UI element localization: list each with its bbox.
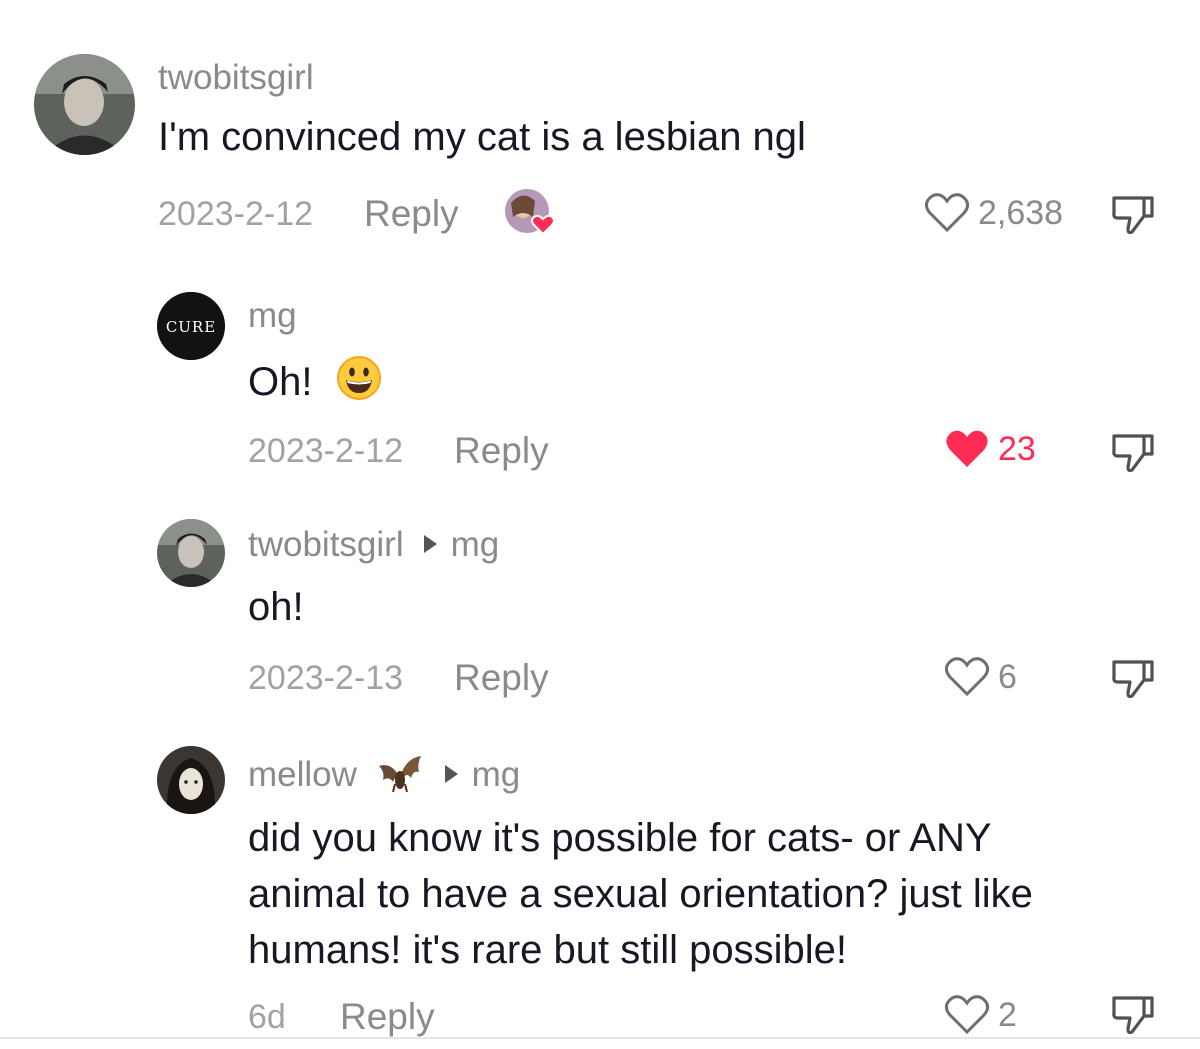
dislike-button[interactable] [1110,994,1156,1041]
divider [0,1037,1200,1039]
like-button[interactable]: 2,638 [924,192,1063,234]
reply-button[interactable]: Reply [364,193,459,235]
thumbs-down-icon [1112,196,1154,235]
comment-text-content: Oh! [248,360,313,404]
reply-button[interactable]: Reply [454,430,549,472]
username-text[interactable]: mellow [248,755,357,794]
like-button[interactable]: 6 [944,656,1017,698]
like-count: 2,638 [978,193,1064,232]
reply-button[interactable]: Reply [454,657,549,699]
username[interactable]: mg [248,296,297,336]
comment-text: did you know it's possible for cats- or … [248,810,1033,978]
like-button[interactable]: 2 [944,994,1017,1036]
like-count: 2 [998,995,1017,1034]
username: mellow mg [248,752,520,796]
like-button[interactable]: 23 [944,428,1036,470]
timestamp: 2023-2-12 [158,195,314,233]
dislike-button[interactable] [1110,432,1156,479]
heart-outline-icon [944,657,990,697]
username[interactable]: twobitsgirl [158,58,314,98]
reply-arrow-icon [444,764,458,783]
heart-filled-icon [946,430,988,467]
timestamp: 2023-2-12 [248,432,404,470]
avatar-text: CURE [166,318,216,336]
dislike-button[interactable] [1110,658,1156,705]
comment-text-line: humans! it's rare but still possible! [248,928,848,972]
comment-text: oh! [248,585,304,629]
heart-outline-icon [944,995,990,1035]
thumbs-down-icon [1112,660,1154,699]
reply-button[interactable]: Reply [340,996,435,1038]
avatar[interactable] [157,519,225,587]
timestamp: 6d [248,998,286,1036]
avatar[interactable] [34,54,135,155]
comment-text-line: animal to have a sexual orientation? jus… [248,872,1033,916]
like-count: 6 [998,657,1017,696]
comment-text: Oh! [248,355,382,405]
thumbs-down-icon [1112,434,1154,473]
timestamp: 2023-2-13 [248,659,404,697]
avatar[interactable]: CURE [157,292,225,360]
dislike-button[interactable] [1110,194,1156,241]
username: twobitsgirl mg [248,525,499,565]
thumbs-down-icon [1112,996,1154,1035]
bat-emoji [375,752,425,796]
reply-to-username[interactable]: mg [472,755,521,794]
reply-to-username[interactable]: mg [451,525,500,564]
heart-outline-icon [924,193,970,233]
username-text[interactable]: twobitsgirl [248,525,404,564]
comment-text: I'm convinced my cat is a lesbian ngl [158,115,806,159]
reply-arrow-icon [423,534,437,553]
grinning-emoji [336,355,382,401]
comment-text-line: did you know it's possible for cats- or … [248,816,992,860]
creator-liked-avatar-icon [503,187,561,237]
like-count: 23 [998,429,1036,468]
avatar[interactable] [157,746,225,814]
